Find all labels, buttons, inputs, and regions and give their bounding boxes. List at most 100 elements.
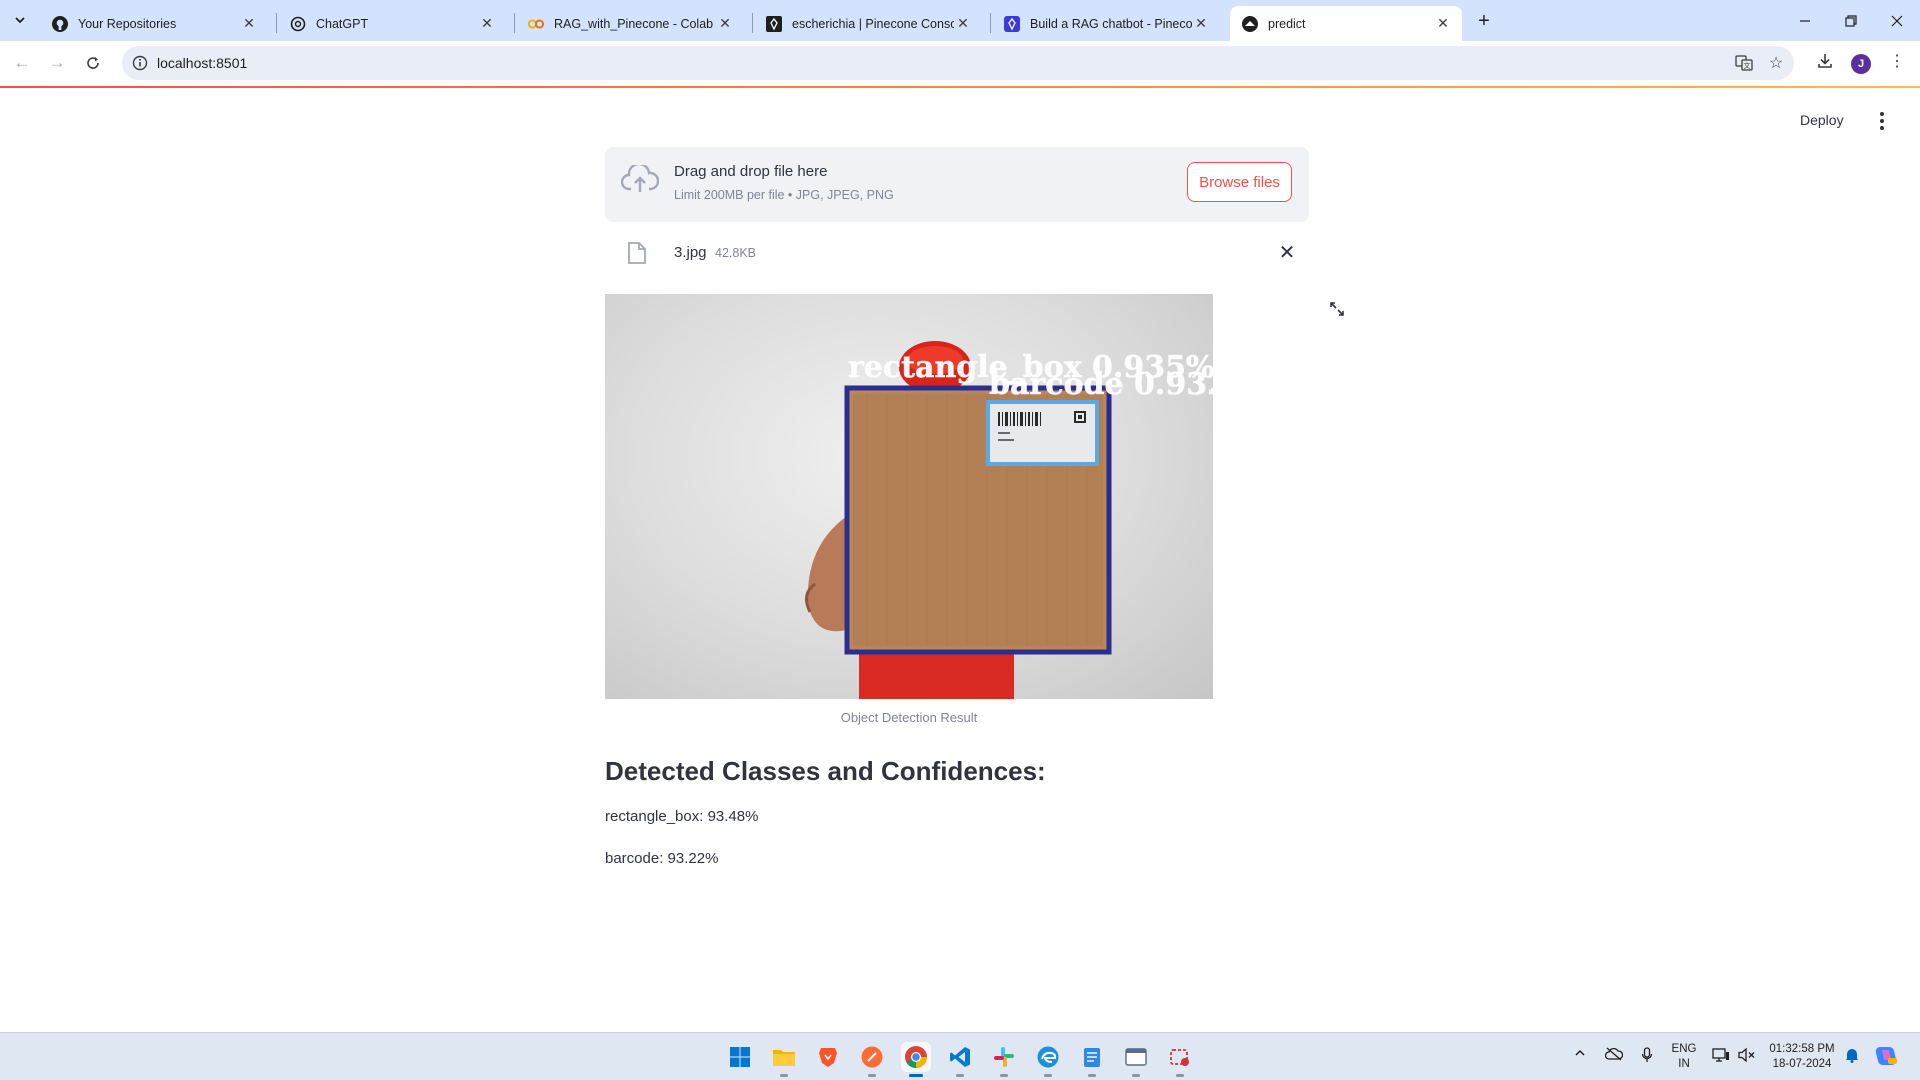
detection-result-image: rectangle_box 0.935% barcode 0.932% bbox=[605, 294, 1213, 699]
minimize-button[interactable] bbox=[1782, 0, 1828, 41]
tab-separator bbox=[276, 13, 277, 33]
browser-menu-icon[interactable]: ⋮ bbox=[1885, 49, 1909, 73]
tab-close-icon[interactable]: ✕ bbox=[1434, 15, 1452, 33]
streamlit-icon bbox=[1242, 15, 1258, 32]
pinecone-docs-icon bbox=[1004, 15, 1020, 32]
browse-files-button[interactable]: Browse files bbox=[1187, 162, 1292, 202]
remove-file-icon[interactable]: ✕ bbox=[1275, 240, 1299, 264]
detection-item: rectangle_box: 93.48% bbox=[605, 808, 759, 825]
notification-bell-icon[interactable] bbox=[1845, 1047, 1859, 1063]
tab-close-icon[interactable]: ✕ bbox=[1192, 15, 1210, 33]
tab-separator bbox=[990, 13, 991, 33]
tab-pinecone-console[interactable]: escherichia | Pinecone Console ✕ bbox=[754, 6, 982, 41]
tab-your-repositories[interactable]: Your Repositories ✕ bbox=[40, 6, 268, 41]
file-name: 3.jpg bbox=[674, 244, 707, 261]
onedrive-offline-icon[interactable] bbox=[1605, 1047, 1623, 1061]
cloud-upload-icon bbox=[620, 162, 660, 200]
network-icon[interactable] bbox=[1712, 1047, 1730, 1063]
file-size: 42.8KB bbox=[715, 246, 757, 260]
reload-button[interactable] bbox=[79, 49, 107, 77]
microphone-icon[interactable] bbox=[1641, 1047, 1653, 1063]
bookmark-star-icon[interactable]: ☆ bbox=[1764, 51, 1788, 75]
slack-icon[interactable] bbox=[989, 1042, 1019, 1077]
address-bar[interactable]: localhost:8501 文 ☆ bbox=[122, 46, 1794, 80]
openai-icon bbox=[290, 16, 306, 32]
site-info-icon[interactable] bbox=[130, 53, 150, 73]
dropzone-title: Drag and drop file here bbox=[674, 163, 828, 180]
running-indicator bbox=[1132, 1074, 1140, 1077]
windows-taskbar: ENG IN 01:32:58 PM 18-07-2024 bbox=[0, 1032, 1920, 1080]
streamlit-decoration-bar bbox=[0, 86, 1920, 88]
tab-close-icon[interactable]: ✕ bbox=[716, 15, 734, 33]
volume-muted-icon[interactable] bbox=[1738, 1047, 1756, 1063]
running-indicator bbox=[909, 1074, 923, 1077]
tab-close-icon[interactable]: ✕ bbox=[954, 15, 972, 33]
running-indicator bbox=[1088, 1074, 1096, 1077]
fullscreen-expand-icon[interactable] bbox=[1326, 298, 1348, 320]
downloads-icon[interactable] bbox=[1813, 49, 1837, 73]
tab-title: ChatGPT bbox=[316, 16, 369, 31]
running-indicator bbox=[1044, 1074, 1052, 1077]
tab-predict[interactable]: predict ✕ bbox=[1230, 6, 1462, 41]
file-explorer-icon[interactable] bbox=[769, 1042, 799, 1077]
detections-heading: Detected Classes and Confidences: bbox=[605, 756, 1046, 786]
browser-toolbar: ← → localhost:8501 文 ☆ J ⋮ bbox=[0, 41, 1920, 86]
image-caption: Object Detection Result bbox=[840, 710, 978, 725]
tab-rag-colab[interactable]: RAG_with_Pinecone - Colab ✕ bbox=[516, 6, 744, 41]
show-hidden-icons-chevron[interactable] bbox=[1574, 1047, 1586, 1059]
notepad-icon[interactable] bbox=[1077, 1042, 1107, 1077]
svg-text:文: 文 bbox=[1744, 61, 1751, 70]
copilot-icon[interactable] bbox=[1874, 1044, 1898, 1068]
edge-icon[interactable] bbox=[1033, 1042, 1063, 1077]
github-icon bbox=[52, 15, 68, 32]
tab-separator bbox=[514, 13, 515, 33]
tab-close-icon[interactable]: ✕ bbox=[240, 15, 258, 33]
uploaded-file-row: 3.jpg 42.8KB ✕ bbox=[605, 232, 1309, 274]
detection-item: barcode: 93.22% bbox=[605, 850, 719, 867]
tab-title: Build a RAG chatbot - Pinecone bbox=[1030, 16, 1192, 31]
main-menu-icon[interactable] bbox=[1872, 110, 1892, 132]
running-indicator bbox=[956, 1074, 964, 1077]
vscode-icon[interactable] bbox=[945, 1042, 975, 1077]
browser-tab-strip: Your Repositories ✕ ChatGPT ✕ RAG_with_P… bbox=[0, 0, 1920, 41]
snipping-tool-icon[interactable] bbox=[1165, 1042, 1195, 1077]
tab-chatgpt[interactable]: ChatGPT ✕ bbox=[278, 6, 506, 41]
language-code: ENG bbox=[1671, 1043, 1697, 1055]
brave-icon[interactable] bbox=[813, 1042, 843, 1072]
tab-close-icon[interactable]: ✕ bbox=[478, 15, 496, 33]
tab-title: Your Repositories bbox=[78, 16, 177, 31]
file-icon bbox=[627, 241, 647, 270]
pinecone-icon bbox=[766, 15, 782, 32]
url-text: localhost:8501 bbox=[157, 55, 248, 71]
tab-search-chevron-icon[interactable] bbox=[8, 8, 32, 32]
window-app-icon[interactable] bbox=[1121, 1042, 1151, 1077]
input-language-indicator[interactable]: ENG IN bbox=[1667, 1042, 1701, 1072]
restore-button[interactable] bbox=[1828, 0, 1874, 41]
postman-icon[interactable] bbox=[857, 1042, 887, 1077]
tab-separator bbox=[752, 13, 753, 33]
new-tab-button[interactable]: + bbox=[1470, 7, 1498, 35]
translate-icon[interactable]: 文 bbox=[1732, 51, 1756, 75]
close-window-button[interactable] bbox=[1874, 0, 1920, 41]
running-indicator bbox=[1000, 1074, 1008, 1077]
region-code: IN bbox=[1678, 1058, 1690, 1070]
clock[interactable]: 01:32:58 PM 18-07-2024 bbox=[1766, 1042, 1838, 1072]
clock-date: 18-07-2024 bbox=[1772, 1058, 1832, 1070]
running-indicator bbox=[868, 1074, 876, 1077]
profile-avatar[interactable]: J bbox=[1851, 54, 1871, 74]
dropzone-limit-text: Limit 200MB per file • JPG, JPEG, PNG bbox=[674, 188, 894, 202]
tab-build-rag-chatbot[interactable]: Build a RAG chatbot - Pinecone ✕ bbox=[992, 6, 1220, 41]
forward-button[interactable]: → bbox=[43, 49, 71, 77]
barcode-label: barcode 0.932% bbox=[989, 367, 1213, 402]
file-dropzone[interactable]: Drag and drop file here Limit 200MB per … bbox=[605, 147, 1309, 222]
back-button[interactable]: ← bbox=[8, 49, 36, 77]
tab-title: escherichia | Pinecone Console bbox=[792, 16, 954, 31]
running-indicator bbox=[1176, 1074, 1184, 1077]
tab-title: predict bbox=[1268, 16, 1306, 31]
windows-start-icon[interactable] bbox=[725, 1042, 755, 1072]
deploy-button[interactable]: Deploy bbox=[1800, 112, 1844, 128]
chrome-icon[interactable] bbox=[901, 1042, 931, 1077]
running-indicator bbox=[780, 1074, 788, 1077]
clock-time: 01:32:58 PM bbox=[1769, 1043, 1835, 1055]
tab-title: RAG_with_Pinecone - Colab bbox=[554, 16, 714, 31]
